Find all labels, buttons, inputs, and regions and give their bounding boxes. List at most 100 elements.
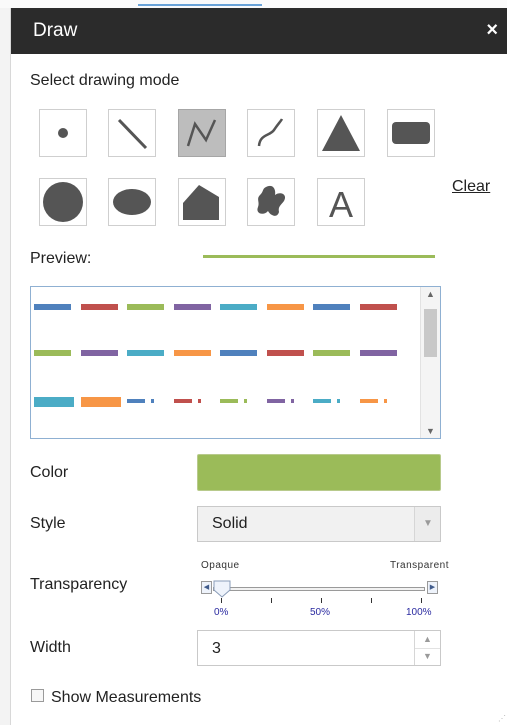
point-icon — [58, 128, 68, 138]
width-spinner-buttons: ▲ ▼ — [414, 631, 440, 665]
slider-increase-button[interactable]: ▶ — [427, 581, 438, 594]
line-style-swatch[interactable] — [80, 304, 118, 310]
close-button[interactable]: × — [486, 19, 498, 42]
line-style-swatch[interactable] — [197, 399, 201, 403]
transparency-slider[interactable]: Opaque Transparent ◀ ▶ 0% 50% 100% — [199, 560, 451, 624]
width-input[interactable] — [210, 638, 394, 660]
preview-label: Preview: — [30, 250, 92, 267]
triangle-mode-button[interactable] — [317, 109, 365, 157]
slider-tick — [271, 598, 272, 603]
slider-handle[interactable] — [213, 580, 231, 598]
slider-left-label: Opaque — [201, 560, 240, 571]
freehand-polygon-icon — [257, 185, 286, 216]
line-style-swatch[interactable] — [383, 399, 387, 403]
width-decrease-button[interactable]: ▼ — [415, 648, 440, 665]
line-style-swatch[interactable] — [266, 399, 285, 403]
polyline-icon — [186, 119, 217, 147]
line-style-swatch[interactable] — [359, 399, 378, 403]
freehand-polygon-mode-button[interactable] — [247, 178, 295, 226]
text-icon: A — [329, 184, 353, 225]
chevron-down-icon: ▼ — [423, 518, 433, 529]
line-style-scrollbar[interactable]: ▲ ▼ — [420, 287, 440, 438]
line-style-swatch[interactable] — [220, 304, 257, 310]
slider-tick — [221, 598, 222, 603]
line-style-swatch[interactable] — [173, 399, 192, 403]
show-measurements-label[interactable]: Show Measurements — [51, 689, 201, 707]
scroll-thumb[interactable] — [424, 309, 437, 357]
line-style-swatch[interactable] — [34, 397, 74, 407]
panel-title: Draw — [33, 20, 78, 41]
slider-tick-label: 50% — [310, 607, 331, 618]
line-style-swatch[interactable] — [244, 399, 247, 403]
line-mode-button[interactable] — [108, 109, 156, 157]
width-label: Width — [30, 639, 71, 656]
line-style-swatch[interactable] — [266, 350, 304, 356]
line-style-swatch[interactable] — [313, 350, 350, 356]
slider-right-label: Transparent — [389, 560, 449, 571]
clear-link[interactable]: Clear — [452, 178, 490, 196]
line-style-swatch[interactable] — [127, 350, 164, 356]
panel-header: Draw × — [11, 8, 507, 54]
point-mode-button[interactable] — [39, 109, 87, 157]
slider-tick — [321, 598, 322, 603]
ellipse-icon — [113, 189, 151, 215]
polygon-icon — [183, 185, 219, 220]
rectangle-icon — [392, 122, 430, 144]
line-style-swatch[interactable] — [220, 350, 257, 356]
draw-panel: Draw × Select drawing mode A Clear Previ… — [10, 8, 507, 725]
width-increase-button[interactable]: ▲ — [415, 631, 440, 649]
transparency-label: Transparency — [30, 576, 128, 593]
background-strip — [0, 0, 507, 8]
line-style-swatch[interactable] — [80, 397, 121, 407]
style-select[interactable]: Solid ▼ — [197, 506, 441, 542]
freehand-line-icon — [257, 118, 284, 147]
line-style-rows — [31, 287, 421, 438]
slider-tick — [371, 598, 372, 603]
color-picker-swatch[interactable] — [197, 454, 441, 491]
line-style-swatch[interactable] — [290, 399, 294, 403]
circle-icon — [43, 182, 83, 222]
svg-text:A: A — [329, 184, 353, 225]
line-style-swatch[interactable] — [359, 304, 397, 310]
slider-tick-label: 0% — [214, 607, 229, 618]
scroll-down-icon[interactable]: ▼ — [426, 426, 435, 436]
text-mode-button[interactable]: A — [317, 178, 365, 226]
show-measurements-checkbox[interactable] — [31, 689, 44, 702]
triangle-icon — [322, 115, 360, 151]
line-style-swatch[interactable] — [313, 304, 350, 310]
background-accent — [138, 4, 262, 6]
resize-grip-icon[interactable]: ⋰ — [498, 714, 506, 723]
line-style-swatch[interactable] — [34, 350, 71, 356]
line-style-swatch[interactable] — [337, 399, 340, 403]
line-style-swatch[interactable] — [359, 350, 397, 356]
line-style-swatch[interactable] — [173, 350, 211, 356]
line-style-swatch[interactable] — [266, 304, 304, 310]
width-spinner: ▲ ▼ — [197, 630, 441, 666]
slider-tick — [421, 598, 422, 603]
style-label: Style — [30, 515, 66, 532]
line-style-swatch[interactable] — [127, 304, 164, 310]
drawing-mode-label: Select drawing mode — [30, 72, 180, 89]
slider-decrease-button[interactable]: ◀ — [201, 581, 212, 594]
slider-track[interactable] — [213, 587, 425, 591]
style-select-value: Solid — [212, 515, 248, 532]
line-style-swatch[interactable] — [34, 304, 71, 310]
freehand-polyline-mode-button[interactable] — [247, 109, 295, 157]
polyline-mode-button[interactable] — [178, 109, 226, 157]
color-label: Color — [30, 464, 69, 481]
line-style-swatch[interactable] — [220, 399, 238, 403]
ellipse-mode-button[interactable] — [108, 178, 156, 226]
circle-mode-button[interactable] — [39, 178, 87, 226]
preview-line — [203, 255, 435, 258]
line-style-swatch[interactable] — [151, 399, 154, 403]
style-select-arrow[interactable]: ▼ — [414, 507, 440, 541]
scroll-up-icon[interactable]: ▲ — [426, 289, 435, 299]
line-style-swatch[interactable] — [127, 399, 145, 403]
slider-tick-label: 100% — [406, 607, 432, 618]
rectangle-mode-button[interactable] — [387, 109, 435, 157]
line-style-swatch[interactable] — [173, 304, 211, 310]
line-style-swatch[interactable] — [313, 399, 331, 403]
line-style-swatch[interactable] — [80, 350, 118, 356]
line-style-list[interactable]: ▲ ▼ — [30, 286, 441, 439]
polygon-mode-button[interactable] — [178, 178, 226, 226]
